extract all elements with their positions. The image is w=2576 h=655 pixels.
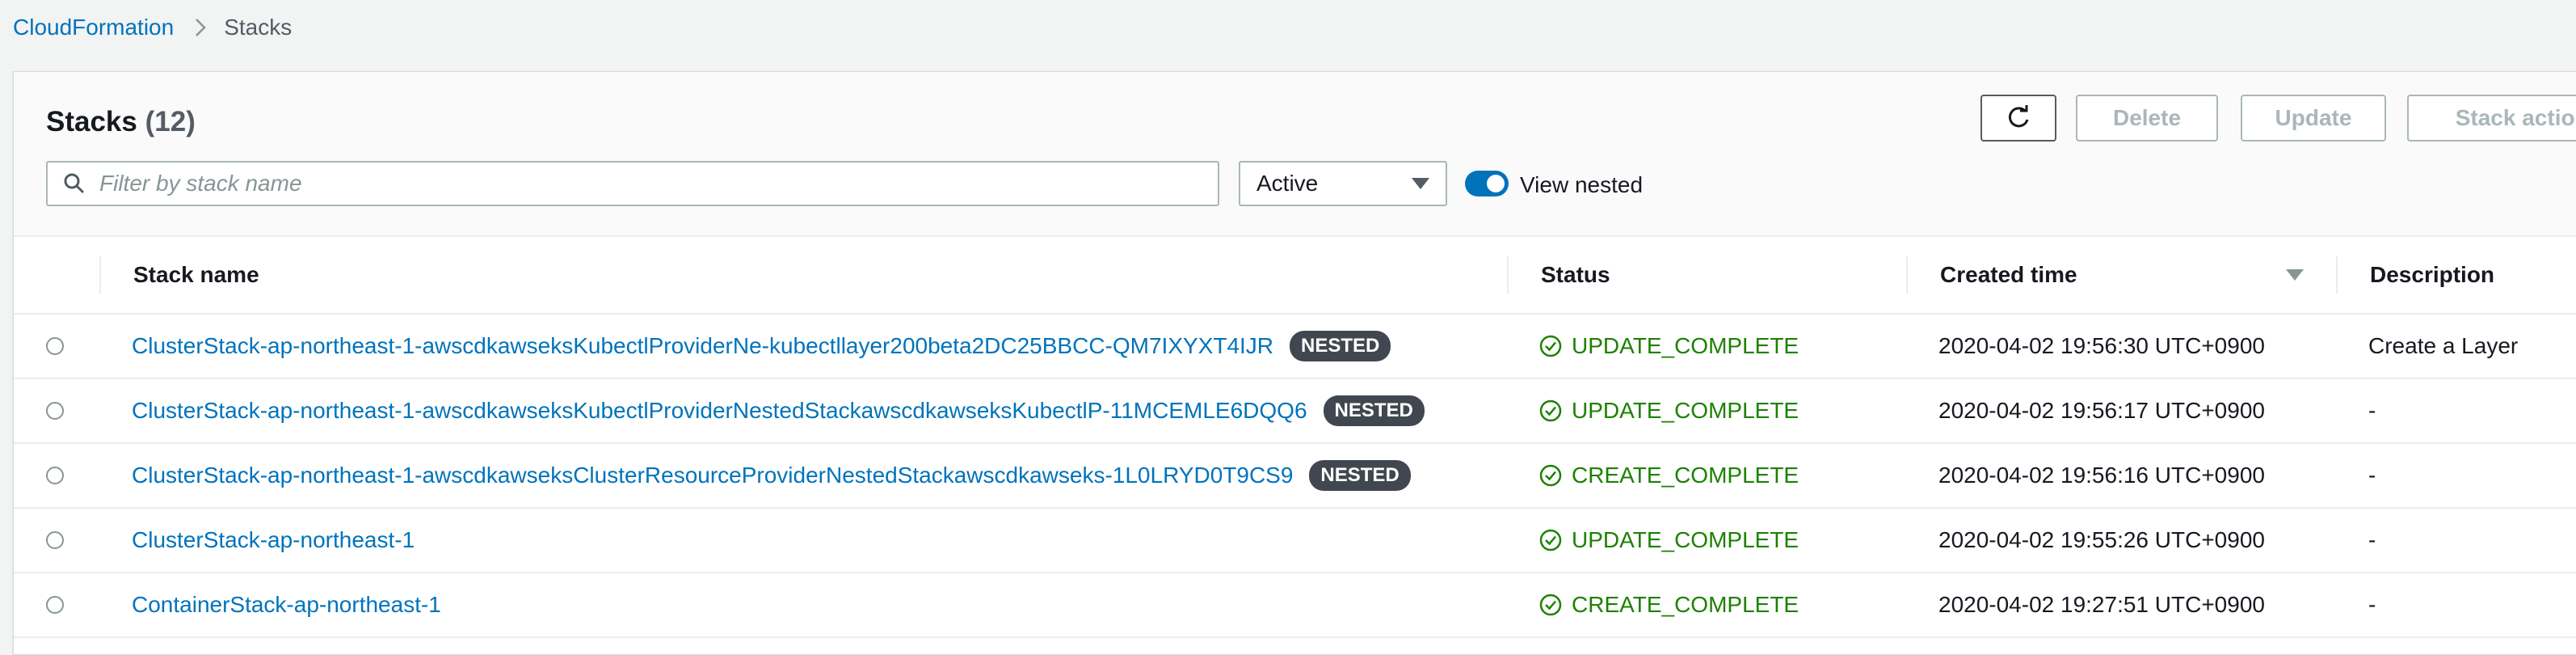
refresh-icon — [2008, 105, 2029, 128]
title-text: Stacks — [46, 106, 137, 137]
breadcrumb: CloudFormation Stacks — [13, 15, 292, 40]
page-title: Stacks (12) — [46, 106, 196, 138]
column-header-stack-name[interactable]: Stack name — [99, 237, 1507, 315]
stack-name-link[interactable]: ClusterStack-ap-northeast-1-awscdkawseks… — [132, 398, 1307, 424]
check-circle-icon — [1539, 335, 1562, 357]
created-time-cell: 2020-04-02 19:56:17 UTC+0900 — [1906, 378, 2336, 444]
stack-name-link[interactable]: ContainerStack-ap-northeast-1 — [132, 592, 441, 618]
column-header-description[interactable]: Description — [2336, 237, 2576, 315]
stack-actions-button[interactable]: Stack actions — [2407, 95, 2576, 142]
table-row[interactable]: ClusterStack-ap-northeast-1-awscdkawseks… — [14, 314, 2576, 379]
stack-count: (12) — [145, 106, 196, 137]
stacks-panel: Stacks (12) Delete Update Stack actions … — [13, 71, 2576, 655]
created-time-cell: 2020-04-02 19:56:16 UTC+0900 — [1906, 443, 2336, 509]
view-nested-label: View nested — [1520, 172, 1644, 197]
description-cell: - — [2336, 508, 2576, 573]
row-radio-button[interactable] — [46, 337, 64, 355]
breadcrumb-cloudformation-link[interactable]: CloudFormation — [13, 15, 174, 40]
update-button[interactable]: Update — [2241, 95, 2386, 142]
status-text: CREATE_COMPLETE — [1572, 463, 1799, 488]
view-nested-toggle[interactable] — [1465, 171, 1509, 196]
chevron-right-icon — [195, 18, 206, 37]
check-circle-icon — [1539, 399, 1562, 422]
stack-name-link[interactable]: ClusterStack-ap-northeast-1-awscdkawseks… — [132, 463, 1293, 488]
nested-badge: NESTED — [1290, 331, 1391, 361]
search-field[interactable] — [46, 161, 1219, 206]
created-time-cell: 2020-04-02 19:27:51 UTC+0900 — [1906, 573, 2336, 638]
description-cell: Create a Layer — [2336, 314, 2576, 379]
status-cell: CREATE_COMPLETE — [1507, 443, 1906, 509]
column-header-label: Created time — [1940, 262, 2077, 287]
select-cell — [14, 314, 99, 379]
stack-name-link[interactable]: ClusterStack-ap-northeast-1-awscdkawseks… — [132, 333, 1273, 359]
stack-name-cell: ClusterStack-ap-northeast-1 — [99, 508, 1507, 573]
column-header-label: Stack name — [133, 262, 259, 287]
description-cell: - — [2336, 378, 2576, 444]
description-cell: - — [2336, 573, 2576, 638]
column-header-created-time[interactable]: Created time — [1906, 237, 2336, 315]
panel-header: Stacks (12) Delete Update Stack actions … — [14, 72, 2576, 237]
select-cell — [14, 573, 99, 638]
stack-name-cell: ClusterStack-ap-northeast-1-awscdkawseks… — [99, 443, 1507, 509]
created-time-cell: 2020-04-02 19:55:26 UTC+0900 — [1906, 508, 2336, 573]
table-row[interactable]: ContainerStack-ap-northeast-1 CREATE_COM… — [14, 573, 2576, 638]
status-cell: UPDATE_COMPLETE — [1507, 508, 1906, 573]
nested-badge: NESTED — [1323, 395, 1425, 426]
stack-name-cell: ClusterStack-ap-northeast-1-awscdkawseks… — [99, 378, 1507, 444]
check-circle-icon — [1539, 529, 1562, 551]
stack-name-cell: ClusterStack-ap-northeast-1-awscdkawseks… — [99, 314, 1507, 379]
select-cell — [14, 378, 99, 444]
toggle-knob — [1487, 175, 1505, 192]
refresh-button[interactable] — [1980, 95, 2056, 142]
status-filter-select[interactable]: Active — [1239, 161, 1447, 206]
breadcrumb-current: Stacks — [224, 15, 293, 40]
row-radio-button[interactable] — [46, 596, 64, 614]
stack-name-link[interactable]: ClusterStack-ap-northeast-1 — [132, 527, 415, 553]
status-text: CREATE_COMPLETE — [1572, 592, 1799, 617]
column-header-label: Status — [1541, 262, 1610, 287]
select-column-header — [14, 237, 99, 315]
check-circle-icon — [1539, 594, 1562, 616]
row-radio-button[interactable] — [46, 467, 64, 484]
row-radio-button[interactable] — [46, 402, 64, 420]
status-text: UPDATE_COMPLETE — [1572, 527, 1799, 552]
select-cell — [14, 508, 99, 573]
check-circle-icon — [1539, 464, 1562, 487]
stacks-table: Stack name Status Created time Descripti… — [14, 237, 2576, 638]
status-text: UPDATE_COMPLETE — [1572, 398, 1799, 423]
stack-name-cell: ContainerStack-ap-northeast-1 — [99, 573, 1507, 638]
table-row[interactable]: ClusterStack-ap-northeast-1 UPDATE_COMPL… — [14, 508, 2576, 573]
table-row[interactable]: ClusterStack-ap-northeast-1-awscdkawseks… — [14, 378, 2576, 444]
status-cell: CREATE_COMPLETE — [1507, 573, 1906, 638]
delete-button[interactable]: Delete — [2076, 95, 2218, 142]
sort-descending-icon[interactable] — [2286, 269, 2304, 281]
search-icon — [64, 173, 85, 194]
select-cell — [14, 443, 99, 509]
column-header-status[interactable]: Status — [1507, 237, 1906, 315]
status-text: UPDATE_COMPLETE — [1572, 333, 1799, 358]
row-radio-button[interactable] — [46, 531, 64, 549]
nested-badge: NESTED — [1309, 460, 1411, 491]
column-header-label: Description — [2370, 262, 2495, 287]
created-time-cell: 2020-04-02 19:56:30 UTC+0900 — [1906, 314, 2336, 379]
status-cell: UPDATE_COMPLETE — [1507, 378, 1906, 444]
search-input[interactable] — [98, 170, 1218, 197]
table-row[interactable]: ClusterStack-ap-northeast-1-awscdkawseks… — [14, 443, 2576, 509]
caret-down-icon — [1412, 178, 1429, 189]
description-cell: - — [2336, 443, 2576, 509]
table-header-row: Stack name Status Created time Descripti… — [14, 237, 2576, 315]
status-filter-value: Active — [1256, 171, 1319, 196]
status-cell: UPDATE_COMPLETE — [1507, 314, 1906, 379]
